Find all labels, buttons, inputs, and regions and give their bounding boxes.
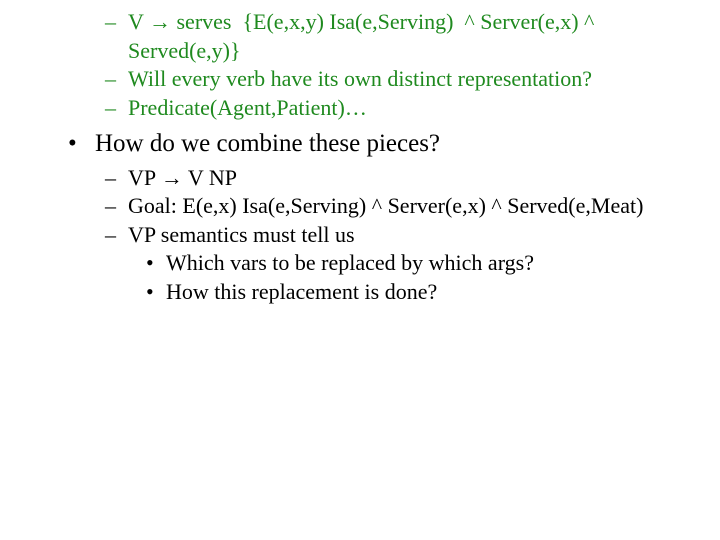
block2-item-2: VP semantics must tell us [0, 221, 720, 250]
arrow-icon: → [161, 165, 183, 190]
bullet-combine: How do we combine these pieces? [0, 128, 720, 159]
block2: VP → V NP Goal: E(e,x) Isa(e,Serving) ^ … [0, 164, 720, 307]
block2-subitem-1: How this replacement is done? [0, 278, 720, 307]
slide: V → serves {E(e,x,y) Isa(e,Serving) ^ Se… [0, 0, 720, 307]
block2-list: VP → V NP Goal: E(e,x) Isa(e,Serving) ^ … [0, 164, 720, 250]
arrow-icon: → [149, 9, 171, 34]
block1-list: V → serves {E(e,x,y) Isa(e,Serving) ^ Se… [0, 8, 720, 122]
block1: V → serves {E(e,x,y) Isa(e,Serving) ^ Se… [0, 8, 720, 122]
block1-item-1: Will every verb have its own distinct re… [0, 65, 720, 94]
block2-sublist: Which vars to be replaced by which args?… [0, 249, 720, 306]
top-list: V → serves {E(e,x,y) Isa(e,Serving) ^ Se… [0, 8, 720, 307]
block2-item-1: Goal: E(e,x) Isa(e,Serving) ^ Server(e,x… [0, 192, 720, 221]
block2-item-0: VP → V NP [0, 164, 720, 193]
block1-item-0: V → serves {E(e,x,y) Isa(e,Serving) ^ Se… [0, 8, 720, 65]
block2-subitem-0: Which vars to be replaced by which args? [0, 249, 720, 278]
block1-item-2: Predicate(Agent,Patient)… [0, 94, 720, 123]
